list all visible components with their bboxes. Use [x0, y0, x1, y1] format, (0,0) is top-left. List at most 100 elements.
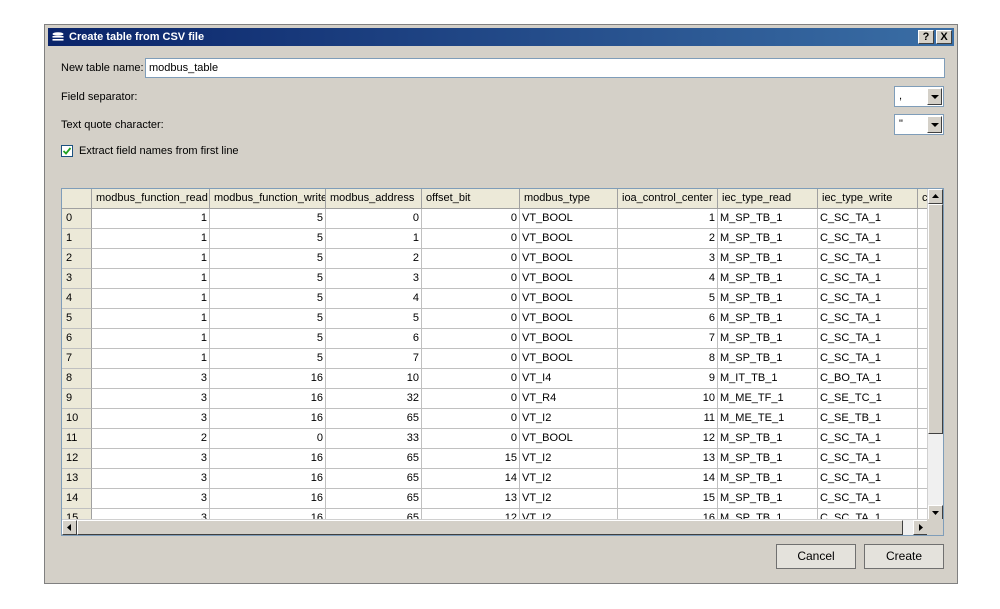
- table-cell[interactable]: 9: [618, 369, 718, 389]
- table-cell[interactable]: 3: [92, 409, 210, 429]
- table-cell[interactable]: M_SP_TB_1: [718, 489, 818, 509]
- row-header[interactable]: 4: [62, 289, 92, 309]
- table-cell[interactable]: C_SC_TA_1: [818, 469, 918, 489]
- table-cell[interactable]: 3: [92, 369, 210, 389]
- table-cell[interactable]: 0: [422, 369, 520, 389]
- chevron-down-icon[interactable]: [927, 116, 942, 133]
- table-cell[interactable]: 16: [210, 389, 326, 409]
- column-header[interactable]: ioa_control_center: [618, 189, 718, 209]
- table-cell[interactable]: M_SP_TB_1: [718, 209, 818, 229]
- column-header[interactable]: modbus_function_read: [92, 189, 210, 209]
- field-separator-combo[interactable]: ,: [894, 86, 944, 107]
- table-cell[interactable]: 3: [92, 449, 210, 469]
- table-cell[interactable]: 5: [210, 309, 326, 329]
- row-header[interactable]: 6: [62, 329, 92, 349]
- table-cell[interactable]: M_SP_TB_1: [718, 429, 818, 449]
- table-cell[interactable]: 0: [326, 209, 422, 229]
- vertical-scrollbar[interactable]: [927, 189, 943, 520]
- table-cell[interactable]: M_IT_TB_1: [718, 369, 818, 389]
- table-cell[interactable]: 1: [92, 289, 210, 309]
- table-cell[interactable]: 3: [92, 489, 210, 509]
- table-cell[interactable]: 1: [92, 209, 210, 229]
- table-cell[interactable]: 16: [210, 409, 326, 429]
- table-cell[interactable]: VT_BOOL: [520, 309, 618, 329]
- table-cell[interactable]: 3: [92, 469, 210, 489]
- scroll-down-button[interactable]: [928, 505, 943, 520]
- table-cell[interactable]: 16: [210, 469, 326, 489]
- table-cell[interactable]: 2: [326, 249, 422, 269]
- table-cell[interactable]: 16: [210, 449, 326, 469]
- table-cell[interactable]: 0: [422, 209, 520, 229]
- help-button[interactable]: ?: [918, 30, 934, 44]
- table-cell[interactable]: 5: [210, 289, 326, 309]
- table-cell[interactable]: 14: [422, 469, 520, 489]
- table-cell[interactable]: M_SP_TB_1: [718, 469, 818, 489]
- table-cell[interactable]: 0: [422, 229, 520, 249]
- row-header[interactable]: 11: [62, 429, 92, 449]
- column-header[interactable]: modbus_address: [326, 189, 422, 209]
- table-cell[interactable]: 16: [210, 489, 326, 509]
- table-cell[interactable]: 6: [326, 329, 422, 349]
- table-cell[interactable]: VT_I2: [520, 409, 618, 429]
- table-cell[interactable]: VT_BOOL: [520, 209, 618, 229]
- table-cell[interactable]: 0: [422, 329, 520, 349]
- table-cell[interactable]: C_SC_TA_1: [818, 229, 918, 249]
- table-cell[interactable]: 3: [618, 249, 718, 269]
- table-cell[interactable]: C_SC_TA_1: [818, 309, 918, 329]
- table-cell[interactable]: 12: [618, 429, 718, 449]
- table-cell[interactable]: 0: [422, 269, 520, 289]
- table-cell[interactable]: 5: [210, 349, 326, 369]
- table-cell[interactable]: 1: [92, 329, 210, 349]
- table-cell[interactable]: VT_R4: [520, 389, 618, 409]
- table-cell[interactable]: C_SC_TA_1: [818, 449, 918, 469]
- table-cell[interactable]: 0: [422, 429, 520, 449]
- table-cell[interactable]: 1: [92, 229, 210, 249]
- table-cell[interactable]: VT_BOOL: [520, 289, 618, 309]
- table-cell[interactable]: M_ME_TE_1: [718, 409, 818, 429]
- row-header[interactable]: 7: [62, 349, 92, 369]
- scroll-left-button[interactable]: [62, 520, 77, 535]
- table-cell[interactable]: 3: [326, 269, 422, 289]
- table-cell[interactable]: 14: [618, 469, 718, 489]
- row-header[interactable]: 8: [62, 369, 92, 389]
- row-header[interactable]: 13: [62, 469, 92, 489]
- table-cell[interactable]: C_SC_TA_1: [818, 329, 918, 349]
- table-cell[interactable]: 0: [210, 429, 326, 449]
- row-header[interactable]: 14: [62, 489, 92, 509]
- table-cell[interactable]: 1: [92, 269, 210, 289]
- table-cell[interactable]: 0: [422, 409, 520, 429]
- table-cell[interactable]: 0: [422, 309, 520, 329]
- horizontal-scrollbar[interactable]: [62, 519, 928, 535]
- table-cell[interactable]: 10: [618, 389, 718, 409]
- table-cell[interactable]: M_SP_TB_1: [718, 229, 818, 249]
- table-cell[interactable]: 4: [326, 289, 422, 309]
- table-cell[interactable]: 7: [618, 329, 718, 349]
- scroll-right-button[interactable]: [913, 520, 928, 535]
- table-cell[interactable]: 15: [618, 489, 718, 509]
- table-cell[interactable]: C_SC_TA_1: [818, 209, 918, 229]
- table-cell[interactable]: M_SP_TB_1: [718, 449, 818, 469]
- scroll-up-button[interactable]: [928, 189, 943, 204]
- table-cell[interactable]: VT_BOOL: [520, 429, 618, 449]
- table-cell[interactable]: 0: [422, 249, 520, 269]
- table-cell[interactable]: 5: [618, 289, 718, 309]
- table-cell[interactable]: 2: [92, 429, 210, 449]
- table-cell[interactable]: 6: [618, 309, 718, 329]
- table-cell[interactable]: 15: [422, 449, 520, 469]
- table-cell[interactable]: VT_I4: [520, 369, 618, 389]
- table-cell[interactable]: 65: [326, 469, 422, 489]
- quote-char-combo[interactable]: ": [894, 114, 944, 135]
- table-cell[interactable]: C_SE_TB_1: [818, 409, 918, 429]
- table-cell[interactable]: C_BO_TA_1: [818, 369, 918, 389]
- table-cell[interactable]: M_SP_TB_1: [718, 329, 818, 349]
- table-cell[interactable]: 1: [92, 249, 210, 269]
- row-header[interactable]: 12: [62, 449, 92, 469]
- table-cell[interactable]: M_SP_TB_1: [718, 249, 818, 269]
- vertical-scroll-thumb[interactable]: [928, 204, 943, 434]
- table-cell[interactable]: C_SE_TC_1: [818, 389, 918, 409]
- row-header[interactable]: 9: [62, 389, 92, 409]
- table-cell[interactable]: 0: [422, 349, 520, 369]
- table-cell[interactable]: VT_I2: [520, 489, 618, 509]
- table-cell[interactable]: M_SP_TB_1: [718, 349, 818, 369]
- table-cell[interactable]: VT_BOOL: [520, 329, 618, 349]
